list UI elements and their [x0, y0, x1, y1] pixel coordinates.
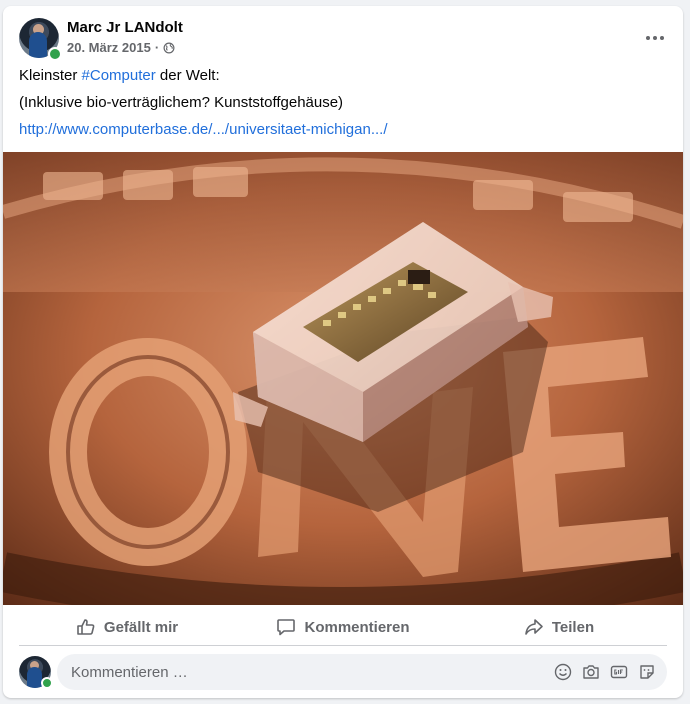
- text-after-hashtag: der Welt:: [155, 67, 220, 84]
- like-button[interactable]: Gefällt mir: [19, 609, 235, 645]
- thumbs-up-icon: [77, 619, 95, 635]
- avatar-figure: [29, 32, 47, 58]
- post-line-3: http://www.computerbase.de/.../universit…: [19, 120, 667, 140]
- speech-bubble-icon: [277, 619, 296, 636]
- author-name[interactable]: Marc Jr LANdolt: [67, 19, 183, 36]
- like-label: Gefällt mir: [103, 618, 179, 636]
- meta-separator: ·: [154, 40, 160, 55]
- text-before-hashtag: Kleinster: [19, 67, 82, 84]
- gif-icon: [610, 665, 628, 679]
- post-line-2: (Inklusive bio-verträglichem? Kunststoff…: [19, 94, 344, 111]
- share-arrow-icon: [525, 619, 543, 635]
- gif-button[interactable]: [609, 662, 629, 682]
- post-meta: 20. März 2015 ·: [67, 40, 175, 55]
- article-link[interactable]: http://www.computerbase.de/.../universit…: [19, 121, 388, 138]
- comment-button[interactable]: Kommentieren: [235, 609, 451, 645]
- camera-icon: [583, 665, 599, 679]
- photo-button[interactable]: [581, 662, 601, 682]
- comment-label: Kommentieren: [304, 618, 410, 636]
- avatar-figure: [27, 667, 42, 688]
- sticker-button[interactable]: [637, 662, 657, 682]
- post-card: Marc Jr LANdolt 20. März 2015 · Kleinste…: [3, 6, 683, 698]
- hashtag-link[interactable]: #Computer: [82, 67, 156, 84]
- share-label: Teilen: [551, 618, 595, 636]
- more-options-button[interactable]: [637, 20, 673, 56]
- share-button[interactable]: Teilen: [451, 609, 667, 645]
- post-actions: Gefällt mir Kommentieren Teilen: [19, 609, 667, 646]
- more-dots-icon: [646, 36, 664, 40]
- post-line-1: Kleinster #Computer der Welt:: [19, 66, 667, 86]
- online-status-dot: [48, 47, 62, 61]
- photo-chip-on-coin: [3, 152, 683, 605]
- post-date[interactable]: 20. März 2015: [67, 40, 151, 55]
- emoji-button[interactable]: [553, 662, 573, 682]
- sticker-icon: [640, 665, 654, 679]
- commenter-online-dot: [41, 677, 53, 689]
- comment-input[interactable]: [69, 662, 553, 682]
- comment-row: [19, 654, 667, 690]
- post-text: Kleinster #Computer der Welt: (Inklusive…: [19, 66, 667, 147]
- globe-icon[interactable]: [163, 42, 175, 54]
- comment-tools: [553, 662, 667, 682]
- comment-box: [57, 654, 667, 690]
- smiley-icon: [554, 663, 572, 681]
- post-photo[interactable]: [3, 152, 683, 605]
- post-header: Marc Jr LANdolt 20. März 2015 ·: [19, 18, 667, 61]
